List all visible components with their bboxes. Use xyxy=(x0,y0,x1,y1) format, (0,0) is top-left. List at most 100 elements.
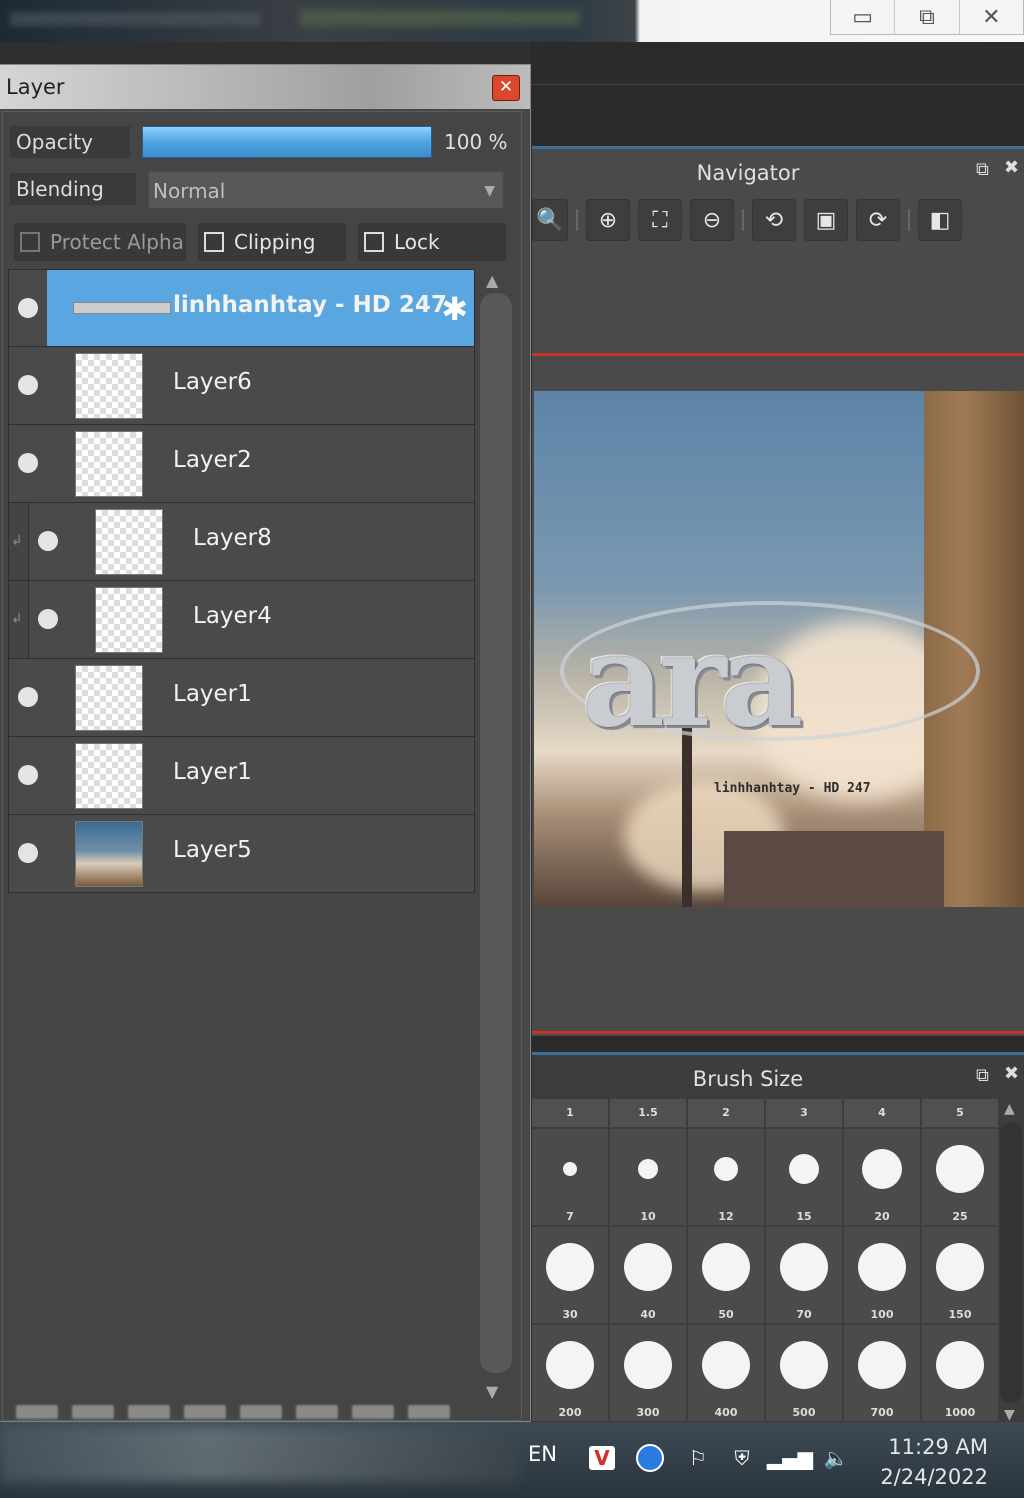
network-signal-icon[interactable]: ▂▄▆ xyxy=(767,1442,813,1474)
checkbox-icon xyxy=(204,232,224,252)
brush-size-value: 50 xyxy=(718,1308,734,1321)
clipping-checkbox[interactable]: Clipping xyxy=(198,223,346,261)
brush-size-cell[interactable]: 5 xyxy=(922,1099,998,1127)
rotate-left-icon[interactable]: ⟲ xyxy=(752,199,796,241)
layer-row[interactable]: Layer6 xyxy=(8,347,475,425)
brush-size-cell[interactable]: 40 xyxy=(610,1227,686,1323)
brush-size-cell[interactable]: 15 xyxy=(766,1129,842,1225)
layer-name: linhhanhtay - HD 247 xyxy=(173,292,447,318)
brush-size-cell[interactable]: 1.5 xyxy=(610,1099,686,1127)
brush-size-value: 30 xyxy=(562,1308,578,1321)
brush-size-cell[interactable]: 300 xyxy=(610,1325,686,1421)
layer-list-scrollbar[interactable]: ▲ ▼ xyxy=(478,271,514,1401)
close-icon[interactable]: ✖ xyxy=(1004,157,1019,178)
reset-view-icon[interactable]: ▣ xyxy=(804,199,848,241)
layer-panel-titlebar[interactable]: Layer ✕ xyxy=(0,65,530,109)
navigator-preview[interactable]: ara linhhanhtay - HD 247 xyxy=(534,391,1024,907)
brush-size-cell[interactable]: 700 xyxy=(844,1325,920,1421)
visibility-toggle[interactable] xyxy=(29,503,67,580)
fit-screen-icon[interactable]: ⛶ xyxy=(638,199,682,241)
scroll-down-icon[interactable]: ▼ xyxy=(1004,1407,1015,1423)
transfer-button[interactable] xyxy=(352,1405,394,1419)
lock-checkbox[interactable]: Lock xyxy=(358,223,506,261)
brush-size-cell[interactable]: 70 xyxy=(766,1227,842,1323)
visibility-toggle[interactable] xyxy=(9,737,47,814)
new-layer-button[interactable] xyxy=(16,1405,58,1419)
visibility-toggle[interactable] xyxy=(9,425,47,502)
brush-size-cell[interactable]: 2 xyxy=(688,1099,764,1127)
settings-button[interactable] xyxy=(296,1405,338,1419)
layer-row[interactable]: Layer1 xyxy=(8,737,475,815)
mask-button[interactable] xyxy=(240,1405,282,1419)
delete-layer-button[interactable] xyxy=(408,1405,450,1419)
visibility-toggle[interactable] xyxy=(9,659,47,736)
brush-size-cell[interactable]: 4 xyxy=(844,1099,920,1127)
brush-size-cell[interactable]: 20 xyxy=(844,1129,920,1225)
duplicate-layer-button[interactable] xyxy=(72,1405,114,1419)
protect-alpha-label: Protect Alpha xyxy=(50,230,184,254)
brush-size-cell[interactable]: 500 xyxy=(766,1325,842,1421)
merge-layer-button[interactable] xyxy=(128,1405,170,1419)
popout-icon[interactable]: ⧉ xyxy=(976,159,989,180)
brush-size-cell[interactable]: 1 xyxy=(532,1099,608,1127)
layer-name: Layer5 xyxy=(173,837,252,863)
protect-alpha-checkbox[interactable]: Protect Alpha xyxy=(14,223,186,261)
brush-size-cell[interactable]: 150 xyxy=(922,1227,998,1323)
layer-row[interactable]: ↲ Layer4 xyxy=(8,581,475,659)
scroll-up-icon[interactable]: ▲ xyxy=(1004,1101,1015,1117)
brush-size-cell[interactable]: 30 xyxy=(532,1227,608,1323)
system-clock[interactable]: 11:29 AM 2/24/2022 xyxy=(880,1432,988,1492)
brush-size-cell[interactable]: 3 xyxy=(766,1099,842,1127)
brush-size-cell[interactable]: 400 xyxy=(688,1325,764,1421)
zoom-actual-icon[interactable]: 🔍 xyxy=(532,199,568,241)
visibility-toggle[interactable] xyxy=(9,815,47,892)
close-window-button[interactable]: ✕ xyxy=(958,0,1023,34)
brush-size-cell[interactable]: 100 xyxy=(844,1227,920,1323)
folder-button[interactable] xyxy=(184,1405,226,1419)
layer-row[interactable]: linhhanhtay - HD 247 ✱ xyxy=(8,269,475,347)
zoom-out-icon[interactable]: ⊖ xyxy=(690,199,734,241)
visibility-toggle[interactable] xyxy=(9,347,47,424)
brush-dot-icon xyxy=(858,1243,906,1291)
layer-panel-close-button[interactable]: ✕ xyxy=(492,75,520,101)
layer-thumbnail xyxy=(73,302,171,314)
brush-size-cell[interactable]: 12 xyxy=(688,1129,764,1225)
layer-row[interactable]: Layer1 xyxy=(8,659,475,737)
zoom-in-icon[interactable]: ⊕ xyxy=(586,199,630,241)
eye-icon xyxy=(18,453,38,473)
layer-row[interactable]: Layer2 xyxy=(8,425,475,503)
popout-icon[interactable]: ⧉ xyxy=(976,1065,989,1086)
flip-icon[interactable]: ◧ xyxy=(918,199,962,241)
security-icon[interactable]: ⛨ xyxy=(726,1442,758,1474)
brush-size-cell[interactable]: 50 xyxy=(688,1227,764,1323)
language-indicator[interactable]: EN xyxy=(528,1442,557,1466)
close-icon[interactable]: ✖ xyxy=(1004,1063,1019,1084)
scroll-up-icon[interactable]: ▲ xyxy=(486,271,498,290)
scrollbar-thumb[interactable] xyxy=(480,293,512,1373)
minimize-button[interactable]: ▭ xyxy=(831,0,894,34)
flag-icon[interactable]: ⚐ xyxy=(682,1442,714,1474)
opacity-slider[interactable] xyxy=(142,126,432,158)
blurred-taskbar-apps xyxy=(0,1426,520,1482)
visibility-toggle[interactable] xyxy=(29,581,67,658)
blending-mode-select[interactable]: Normal ▼ xyxy=(148,171,504,209)
clipping-label: Clipping xyxy=(234,230,316,254)
brush-size-cell[interactable]: 200 xyxy=(532,1325,608,1421)
volume-icon[interactable]: 🔈 xyxy=(820,1442,852,1474)
brush-size-scrollbar[interactable]: ▲ ▼ xyxy=(998,1101,1024,1423)
chat-app-icon[interactable] xyxy=(634,1442,666,1474)
visibility-toggle[interactable] xyxy=(9,270,47,346)
brush-size-cell[interactable]: 10 xyxy=(610,1129,686,1225)
app-v-icon[interactable]: V xyxy=(586,1442,618,1474)
brush-size-cell[interactable]: 1000 xyxy=(922,1325,998,1421)
brush-size-cell[interactable]: 7 xyxy=(532,1129,608,1225)
scrollbar-thumb[interactable] xyxy=(1000,1123,1022,1403)
background-window-strip: ▭ ⧉ ✕ xyxy=(0,0,1024,42)
scroll-down-icon[interactable]: ▼ xyxy=(486,1382,498,1401)
restore-button[interactable]: ⧉ xyxy=(894,0,958,34)
rotate-right-icon[interactable]: ⟳ xyxy=(856,199,900,241)
layer-row[interactable]: Layer5 xyxy=(8,815,475,893)
brush-size-cell[interactable]: 25 xyxy=(922,1129,998,1225)
layer-row[interactable]: ↲ Layer8 xyxy=(8,503,475,581)
gear-icon[interactable]: ✱ xyxy=(441,290,468,328)
